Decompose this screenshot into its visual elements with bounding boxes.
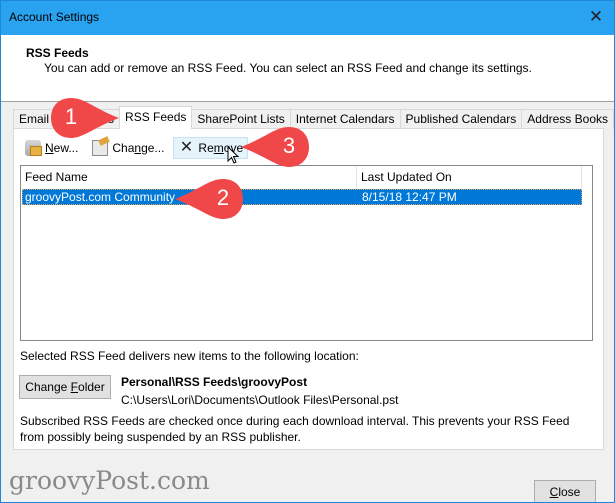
folder-path: C:\Users\Lori\Documents\Outlook Files\Pe… [121,393,399,407]
window-title: Account Settings [9,10,100,24]
callout-3-number: 3 [282,133,296,158]
last-updated-cell: 8/15/18 12:47 PM [362,190,457,204]
column-header-last-updated[interactable]: Last Updated On [357,166,582,188]
callout-2: 2 [173,177,245,221]
change-button[interactable]: Change... [87,137,169,159]
title-bar: Account Settings ✕ [1,1,614,35]
new-button-label: New... [45,141,79,155]
watermark: groovyPost.com [9,466,210,495]
close-icon[interactable]: ✕ [586,7,606,27]
callout-1-number: 1 [64,104,78,129]
tab-published-calendars[interactable]: Published Calendars [399,109,523,129]
account-settings-window: Account Settings ✕ RSS Feeds You can add… [0,0,615,503]
feed-list-header: Feed Name Last Updated On [21,166,592,188]
info-note: Subscribed RSS Feeds are checked once du… [20,414,570,444]
change-feed-icon [92,140,109,156]
callout-2-number: 2 [216,185,230,210]
location-label: Selected RSS Feed delivers new items to … [20,349,359,363]
header-panel: RSS Feeds You can add or remove an RSS F… [1,35,614,102]
tab-address-books[interactable]: Address Books [521,109,614,129]
section-description: You can add or remove an RSS Feed. You c… [44,61,532,75]
new-button[interactable]: New... [20,137,83,159]
callout-1: 1 [49,96,119,140]
close-button[interactable]: Close [534,480,596,502]
new-feed-icon [25,140,42,156]
feed-list[interactable]: Feed Name Last Updated On groovyPost.com… [20,165,593,341]
section-title: RSS Feeds [26,46,89,60]
toolbar: New... Change... ✕ Remove [20,137,249,159]
change-folder-button[interactable]: Change Folder [19,375,111,399]
change-button-label: Change... [112,141,165,155]
remove-x-icon: ✕ [179,139,194,156]
callout-3: 3 [239,125,311,169]
tab-rss-feeds[interactable]: RSS Feeds [119,106,193,129]
mouse-cursor-icon [227,146,239,164]
folder-name: Personal\RSS Feeds\groovyPost [121,375,308,389]
table-row[interactable]: groovyPost.com Community 8/15/18 12:47 P… [22,189,582,205]
rss-feeds-panel: New... Change... ✕ Remove Feed Name Last… [13,128,604,450]
